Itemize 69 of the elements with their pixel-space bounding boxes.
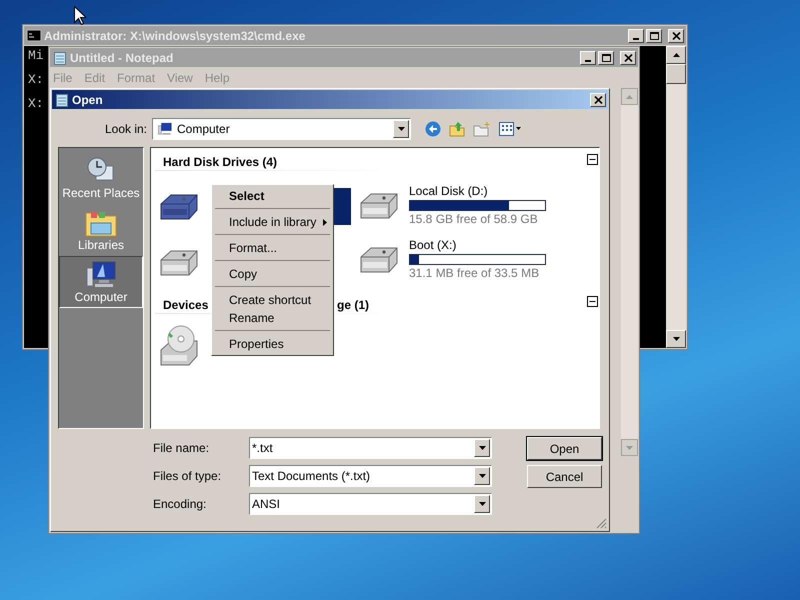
notepad-icon: [54, 50, 66, 64]
menu-item[interactable]: Copy: [212, 265, 333, 283]
maximize-button[interactable]: [598, 50, 614, 64]
places-item[interactable]: Computer: [59, 256, 143, 308]
drive-name[interactable]: Local Disk (D:): [409, 184, 546, 199]
close-icon: [624, 54, 632, 62]
view-menu-icon[interactable]: [499, 122, 521, 136]
down-arrow-icon: [626, 446, 633, 450]
places-item[interactable]: Recent Places: [59, 152, 143, 204]
caret-down-icon: [478, 446, 486, 450]
group-header[interactable]: Hard Disk Drives (4): [163, 153, 278, 171]
computer-icon: [85, 260, 117, 290]
resize-grip-icon[interactable]: [596, 518, 607, 529]
menu-item[interactable]: Select: [212, 187, 333, 205]
dropdown-button[interactable]: [393, 120, 409, 138]
close-icon: [672, 32, 680, 40]
scrollbar-thumb[interactable]: [666, 64, 686, 84]
notepad-icon: [56, 92, 68, 106]
field-label: Encoding:: [153, 496, 208, 513]
field-label: Files of type:: [153, 468, 222, 485]
caret-down-icon: [478, 474, 486, 478]
menu-item[interactable]: Create shortcut: [212, 291, 333, 309]
scrollbar[interactable]: [666, 46, 686, 348]
combo-box[interactable]: *.txt: [249, 437, 492, 459]
minimize-icon: [633, 38, 639, 40]
dropdown-button[interactable]: [474, 439, 490, 457]
back-icon[interactable]: [425, 121, 441, 137]
console-icon: [27, 30, 41, 41]
dialog-button[interactable]: Cancel: [527, 465, 602, 488]
dropdown-button[interactable]: [474, 467, 490, 485]
field-label: Look in:: [104, 121, 147, 138]
field-label: File name:: [153, 440, 210, 457]
combo-box[interactable]: ANSI: [249, 493, 492, 515]
drive-name[interactable]: Boot (X:): [409, 238, 546, 253]
collapse-icon[interactable]: [587, 296, 598, 307]
minimize-button[interactable]: [580, 50, 596, 64]
close-button[interactable]: [590, 92, 606, 106]
combo-box[interactable]: Text Documents (*.txt): [249, 465, 492, 487]
menu-item[interactable]: Include in library: [212, 213, 333, 231]
up-arrow-icon: [626, 94, 633, 98]
window-title: Administrator: X:\windows\system32\cmd.exe: [44, 28, 306, 44]
menu-item[interactable]: Format...: [212, 239, 333, 257]
places-item[interactable]: Libraries: [59, 204, 143, 256]
maximize-button[interactable]: [646, 28, 662, 42]
minimize-icon: [585, 60, 591, 62]
close-button[interactable]: [668, 28, 684, 42]
mouse-cursor-icon: [74, 6, 86, 25]
free-space-text: 31.1 MB free of 33.5 MB: [409, 265, 540, 281]
up-arrow-icon: [672, 53, 680, 57]
group-header[interactable]: ge (1): [337, 296, 370, 314]
dropdown-button[interactable]: [474, 495, 490, 513]
down-arrow-icon: [672, 337, 680, 341]
submenu-arrow-icon: [323, 218, 327, 226]
window-title: Untitled - Notepad: [70, 50, 174, 66]
free-space-text: 15.8 GB free of 58.9 GB: [409, 211, 539, 227]
minimize-button[interactable]: [628, 28, 644, 42]
dialog-button[interactable]: Open: [527, 437, 602, 460]
dialog-title: Open: [72, 92, 104, 108]
look-in-dropdown[interactable]: Computer: [152, 118, 411, 140]
close-icon: [594, 96, 602, 104]
collapse-icon[interactable]: [587, 154, 598, 165]
maximize-icon: [650, 32, 658, 40]
computer-icon: [157, 122, 173, 136]
close-button[interactable]: [620, 50, 636, 64]
menu-item[interactable]: Rename: [212, 309, 333, 327]
maximize-icon: [602, 54, 610, 62]
caret-down-icon: [398, 127, 404, 131]
caret-down-icon: [478, 502, 486, 506]
group-header[interactable]: Devices: [163, 296, 208, 314]
